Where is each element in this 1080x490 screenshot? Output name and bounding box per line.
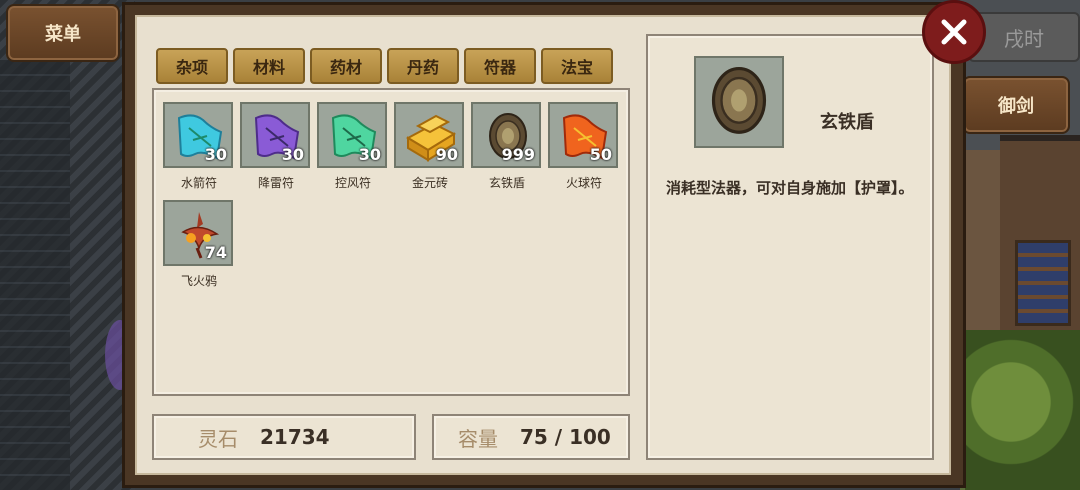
sword-flight-button[interactable]: 御剑 (962, 76, 1070, 134)
inventory-item-wind[interactable]: 30 控风符 (317, 102, 389, 191)
background-shelf (1015, 240, 1071, 326)
tab-talismans[interactable]: 符器 (464, 48, 536, 84)
spirit-stone-value: 21734 (260, 425, 330, 449)
item-quantity: 30 (204, 145, 227, 164)
item-quantity: 30 (281, 145, 304, 164)
item-quantity: 74 (204, 243, 227, 262)
inventory-item-gold-brick[interactable]: 90 金元砖 (394, 102, 466, 191)
capacity-value: 75 / 100 (520, 425, 611, 449)
item-quantity: 50 (589, 145, 612, 164)
item-name: 控风符 (334, 176, 371, 190)
inventory-item-water-arrow[interactable]: 30 水箭符 (163, 102, 235, 191)
item-quantity: 90 (435, 145, 458, 164)
background-tree (965, 330, 1080, 490)
inventory-tabs: 杂项 材料 药材 丹药 符器 法宝 (156, 48, 613, 84)
item-slot[interactable]: 999 (471, 102, 541, 168)
inventory-item-fire-crow[interactable]: 74 飞火鸦 (163, 200, 235, 289)
item-slot[interactable]: 30 (163, 102, 233, 168)
item-quantity: 999 (501, 145, 535, 164)
spirit-stone-label: 灵石 (198, 426, 238, 451)
tab-herbs[interactable]: 药材 (310, 48, 382, 84)
item-quantity: 30 (358, 145, 381, 164)
background-wall (0, 60, 70, 490)
inventory-item-iron-shield[interactable]: 999 玄铁盾 (471, 102, 543, 191)
detail-item-description: 消耗型法器，可对自身施加【护罩】。 (666, 179, 914, 197)
item-name: 水箭符 (180, 176, 217, 190)
iron-shield-icon (711, 66, 767, 134)
item-name: 玄铁盾 (488, 176, 525, 190)
item-name: 降雷符 (257, 176, 294, 190)
capacity-label: 容量 (458, 426, 498, 451)
capacity-counter: 容量 75 / 100 (432, 414, 630, 460)
spirit-stone-counter: 灵石 21734 (152, 414, 416, 460)
item-detail-panel: 玄铁盾 消耗型法器，可对自身施加【护罩】。 (646, 34, 934, 460)
item-name: 飞火鸦 (180, 274, 217, 288)
item-slot[interactable]: 50 (548, 102, 618, 168)
close-icon (941, 19, 967, 45)
detail-item-slot (694, 56, 784, 148)
item-slot[interactable]: 90 (394, 102, 464, 168)
inventory-item-thunder[interactable]: 30 降雷符 (240, 102, 312, 191)
tab-materials[interactable]: 材料 (233, 48, 305, 84)
item-slot[interactable]: 30 (317, 102, 387, 168)
menu-button[interactable]: 菜单 (6, 4, 120, 62)
tab-treasures[interactable]: 法宝 (541, 48, 613, 84)
tab-misc[interactable]: 杂项 (156, 48, 228, 84)
item-name: 火球符 (565, 176, 602, 190)
detail-item-name: 玄铁盾 (820, 112, 874, 133)
close-button[interactable] (922, 0, 986, 64)
tab-pills[interactable]: 丹药 (387, 48, 459, 84)
inventory-item-fireball[interactable]: 50 火球符 (548, 102, 620, 191)
item-slot[interactable]: 30 (240, 102, 310, 168)
item-name: 金元砖 (411, 176, 448, 190)
item-slot[interactable]: 74 (163, 200, 233, 266)
